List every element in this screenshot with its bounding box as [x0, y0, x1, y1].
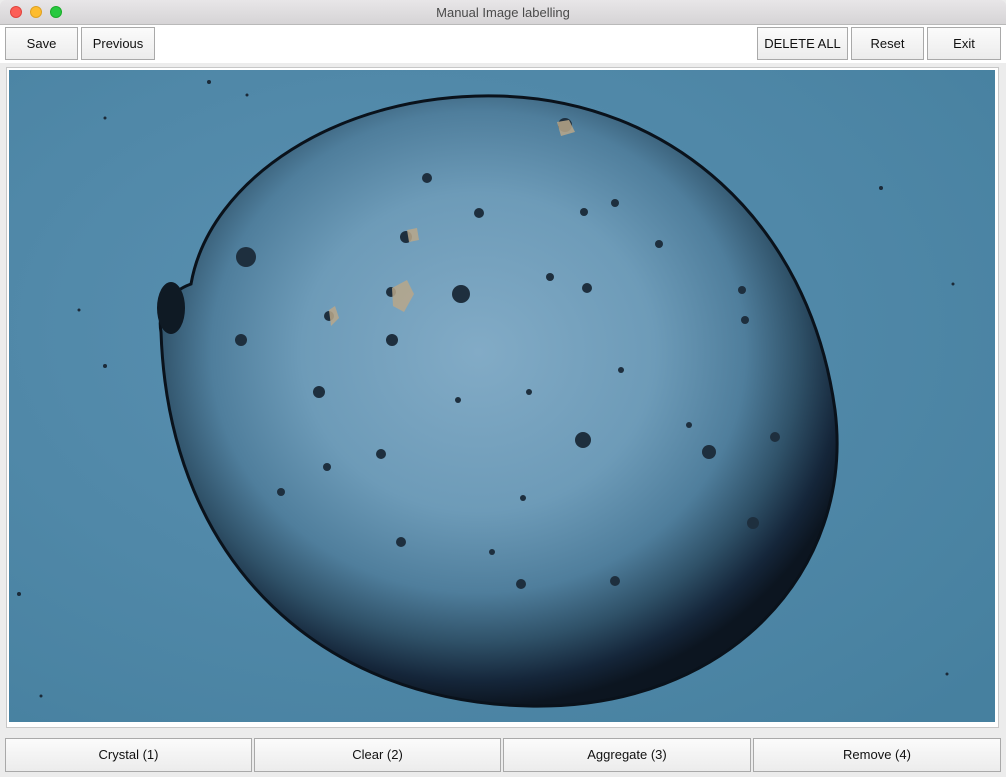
crystal-label-button[interactable]: Crystal (1) — [5, 738, 252, 772]
aggregate-label-button[interactable]: Aggregate (3) — [503, 738, 751, 772]
exit-button[interactable]: Exit — [927, 27, 1001, 60]
title-bar[interactable]: Manual Image labelling — [0, 0, 1006, 25]
window-title: Manual Image labelling — [436, 5, 570, 20]
label-toolbar: Crystal (1) Clear (2) Aggregate (3) Remo… — [0, 734, 1006, 777]
top-toolbar: Save Previous DELETE ALL Reset Exit — [0, 25, 1006, 63]
delete-all-button[interactable]: DELETE ALL — [757, 27, 848, 60]
droplet-image-drawing — [9, 70, 995, 722]
save-button[interactable]: Save — [5, 27, 78, 60]
reset-button[interactable]: Reset — [851, 27, 924, 60]
droplet-image[interactable] — [9, 70, 995, 722]
droplet-edge-bulge — [157, 282, 185, 334]
app-window: Manual Image labelling Save Previous DEL… — [0, 0, 1006, 777]
clear-label-button[interactable]: Clear (2) — [254, 738, 501, 772]
previous-button[interactable]: Previous — [81, 27, 155, 60]
remove-label-button[interactable]: Remove (4) — [753, 738, 1001, 772]
